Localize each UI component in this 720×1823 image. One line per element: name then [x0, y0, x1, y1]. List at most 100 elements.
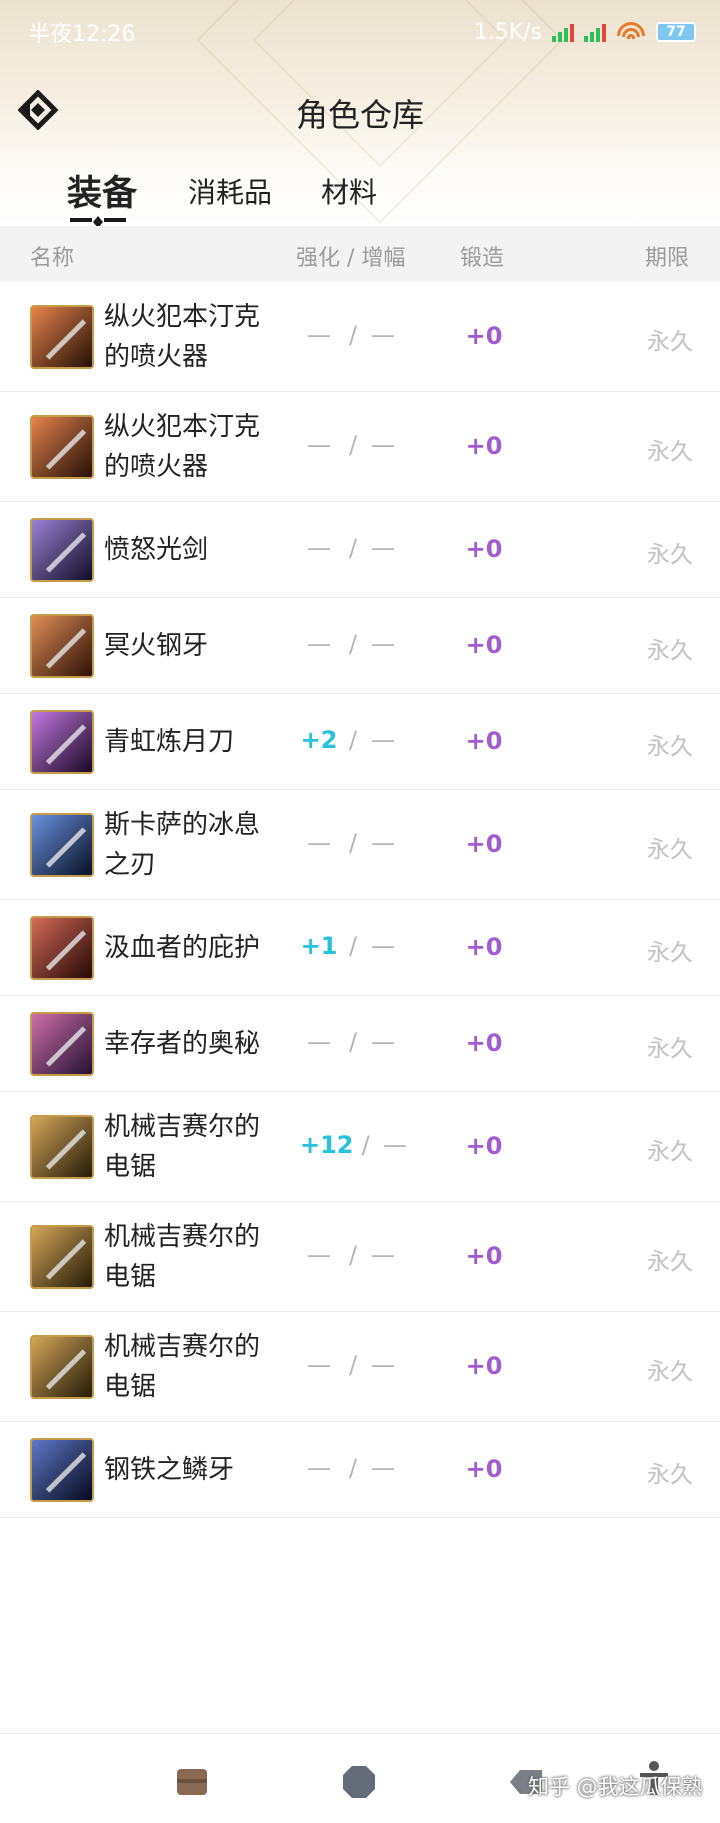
chainsaw-icon [30, 1335, 94, 1399]
item-forge: +0 [465, 631, 503, 659]
item-name: 机械吉赛尔的电锯 [104, 1332, 261, 1402]
item-enhance: — / — [300, 1241, 410, 1269]
status-right: 1.5K/s 77 [474, 20, 696, 45]
survivor-icon [30, 1012, 94, 1076]
enhance-value: — [307, 534, 331, 562]
enhance-value: — [307, 1454, 331, 1482]
item-term: 永久 [647, 1139, 693, 1165]
watermark: 知乎 @我这瓜保熟 [528, 1775, 703, 1799]
item-forge: +0 [465, 1455, 503, 1483]
enhance-separator: / [348, 534, 358, 562]
item-name: 机械吉赛尔的电锯 [104, 1222, 261, 1292]
steel-fang-icon [30, 1438, 94, 1502]
signal-icon [552, 22, 574, 42]
network-speed: 1.5K/s [473, 19, 542, 45]
item-row[interactable]: 钢铁之鳞牙 — / — +0 永久 [0, 1422, 720, 1518]
item-name: 幸存者的奥秘 [104, 1029, 261, 1059]
item-forge: +0 [465, 830, 503, 858]
item-term: 永久 [647, 1462, 693, 1488]
enhance-separator: / [348, 1454, 358, 1482]
tab-equipment[interactable]: 装备 [67, 165, 137, 216]
enhance-value: — [307, 321, 331, 349]
item-term: 永久 [647, 329, 693, 355]
enhance-separator: / [348, 829, 358, 857]
item-row[interactable]: 机械吉赛尔的电锯 — / — +0 永久 [0, 1202, 720, 1312]
item-row[interactable]: 机械吉赛尔的电锯 — / — +0 永久 [0, 1312, 720, 1422]
item-forge: +0 [465, 535, 503, 563]
box-icon[interactable] [174, 1764, 210, 1800]
item-forge: +0 [465, 1132, 503, 1160]
column-forge: 锻造 [460, 246, 505, 271]
amplify-value: — [383, 1131, 407, 1159]
chainsaw-icon [30, 1115, 94, 1179]
item-enhance: +1 / — [300, 932, 410, 960]
item-list: 纵火犯本汀克的喷火器 — / — +0 永久 纵火犯本汀克的喷火器 — / — +0 永久 愤怒光剑 — /… [0, 282, 720, 1518]
bottom-nav: 知乎 @我这瓜保熟 [0, 1733, 720, 1823]
enhance-value: — [307, 829, 331, 857]
enhance-separator: / [348, 321, 358, 349]
moon-blade-icon [30, 710, 94, 774]
enhance-value: — [307, 1028, 331, 1056]
item-name: 钢铁之鳞牙 [104, 1455, 235, 1485]
item-row[interactable]: 冥火钢牙 — / — +0 永久 [0, 598, 720, 694]
item-row[interactable]: 青虹炼月刀 +2 / — +0 永久 [0, 694, 720, 790]
item-row[interactable]: 汲血者的庇护 +1 / — +0 永久 [0, 900, 720, 996]
item-enhance: — / — [300, 1028, 410, 1056]
column-term: 期限 [645, 246, 690, 271]
enhance-separator: / [348, 726, 358, 754]
enhance-value: — [307, 1241, 331, 1269]
item-term: 永久 [647, 734, 693, 760]
item-enhance: — / — [300, 321, 410, 349]
amplify-value: — [371, 321, 395, 349]
flamethrower-icon [30, 415, 94, 479]
item-term: 永久 [647, 439, 693, 465]
amplify-value: — [371, 1454, 395, 1482]
status-time: 半夜12:26 [28, 22, 136, 47]
battery-level: 77 [666, 24, 686, 40]
enhance-separator: / [348, 1241, 358, 1269]
item-name: 机械吉赛尔的电锯 [104, 1112, 261, 1182]
item-row[interactable]: 纵火犯本汀克的喷火器 — / — +0 永久 [0, 282, 720, 392]
item-forge: +0 [465, 1029, 503, 1057]
item-enhance: +2 / — [300, 726, 410, 754]
octagon-icon[interactable] [341, 1764, 377, 1800]
tab-consumables[interactable]: 消耗品 [188, 171, 272, 211]
item-row[interactable]: 斯卡萨的冰息之刃 — / — +0 永久 [0, 790, 720, 900]
item-name: 愤怒光剑 [104, 535, 209, 565]
fang-icon [30, 614, 94, 678]
item-enhance: — / — [300, 534, 410, 562]
item-term: 永久 [647, 542, 693, 568]
column-enhance: 强化 / 增幅 [296, 246, 406, 271]
item-forge: +0 [465, 727, 503, 755]
enhance-value: — [307, 1351, 331, 1379]
enhance-separator: / [348, 431, 358, 459]
item-name: 青虹炼月刀 [104, 727, 235, 757]
item-row[interactable]: 纵火犯本汀克的喷火器 — / — +0 永久 [0, 392, 720, 502]
lightsaber-icon [30, 518, 94, 582]
battery-icon: 77 [656, 22, 696, 42]
item-enhance: — / — [300, 829, 410, 857]
category-tabs: 装备 消耗品 材料 [0, 165, 720, 228]
amplify-value: — [371, 932, 395, 960]
enhance-value: — [307, 431, 331, 459]
item-forge: +0 [465, 933, 503, 961]
blood-shield-icon [30, 916, 94, 980]
amplify-value: — [371, 1241, 395, 1269]
item-row[interactable]: 幸存者的奥秘 — / — +0 永久 [0, 996, 720, 1092]
wifi-icon [616, 22, 646, 42]
flamethrower-icon [30, 305, 94, 369]
status-bar: 半夜12:26 1.5K/s 77 [0, 0, 720, 64]
amplify-value: — [371, 534, 395, 562]
enhance-separator: / [361, 1131, 370, 1159]
item-term: 永久 [647, 638, 693, 664]
enhance-separator: / [348, 1351, 358, 1379]
item-enhance: — / — [300, 630, 410, 658]
chainsaw-icon [30, 1225, 94, 1289]
enhance-separator: / [348, 630, 358, 658]
item-row[interactable]: 愤怒光剑 — / — +0 永久 [0, 502, 720, 598]
enhance-value: +12 [300, 1131, 354, 1159]
signal-icon-2 [584, 22, 606, 42]
tab-materials[interactable]: 材料 [321, 171, 377, 211]
item-term: 永久 [647, 1359, 693, 1385]
item-row[interactable]: 机械吉赛尔的电锯 +12/ — +0 永久 [0, 1092, 720, 1202]
